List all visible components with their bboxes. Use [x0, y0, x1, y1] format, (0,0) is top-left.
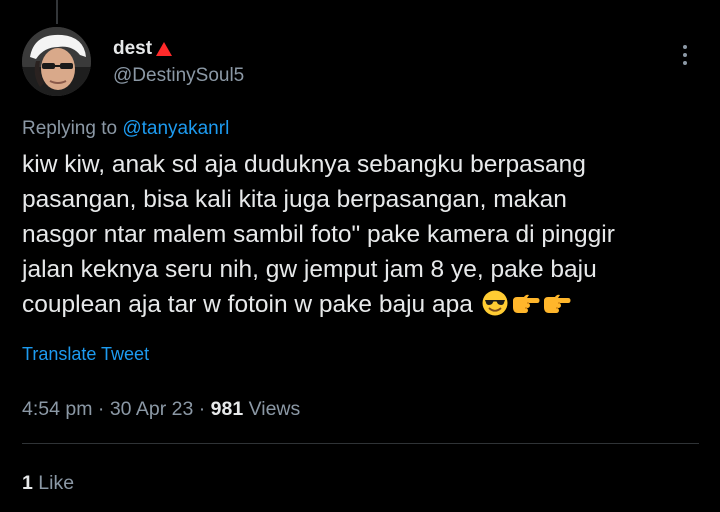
more-options-button[interactable] — [673, 42, 697, 68]
display-name-text: dest — [113, 38, 153, 59]
smiling-face-with-sunglasses-icon — [482, 290, 508, 316]
more-options-dot — [683, 61, 687, 65]
tweet-line: jalan keknya seru nih, gw jemput jam 8 y… — [22, 256, 597, 283]
tweet-date[interactable]: 30 Apr 23 — [110, 398, 193, 420]
meta-separator: · — [92, 398, 110, 420]
pointing-right-icon — [512, 294, 540, 313]
replying-to-mention[interactable]: @tanyakanrl — [122, 118, 229, 139]
author-display-name[interactable]: dest — [113, 37, 173, 61]
tweet-meta: 4:54 pm · 30 Apr 23 · 981 Views — [22, 396, 300, 422]
profile-photo-icon — [22, 27, 91, 96]
tweet-line: nasgor ntar malem sambil foto" pake kame… — [22, 221, 615, 248]
tweet-line: pasangan, bisa kali kita juga berpasanga… — [22, 186, 567, 213]
thread-connector-line — [56, 0, 58, 24]
tweet-line: kiw kiw, anak sd aja duduknya sebangku b… — [22, 151, 586, 178]
replying-to: Replying to @tanyakanrl — [22, 116, 229, 142]
tweet-detail: dest @DestinySoul5 Replying to @tanyakan… — [0, 0, 720, 512]
more-options-dot — [683, 53, 687, 57]
author-handle[interactable]: @DestinySoul5 — [113, 64, 244, 88]
red-triangle-icon — [156, 42, 173, 56]
views-count: 981 — [210, 398, 244, 420]
views-label: Views — [243, 398, 301, 420]
likes-link[interactable]: 1 Like — [22, 470, 74, 496]
tweet-line-text: couplean aja tar w fotoin w pake baju ap… — [22, 291, 480, 318]
author-block: dest @DestinySoul5 — [113, 37, 244, 88]
tweet-time[interactable]: 4:54 pm — [22, 398, 92, 420]
like-count: 1 — [22, 472, 33, 494]
avatar[interactable] — [22, 27, 91, 96]
tweet-line-last: couplean aja tar w fotoin w pake baju ap… — [22, 287, 702, 322]
replying-to-label: Replying to — [22, 118, 123, 139]
more-options-icon — [683, 45, 687, 49]
pointing-right-icon — [543, 294, 571, 313]
translate-tweet-link[interactable]: Translate Tweet — [22, 342, 149, 366]
like-label: Like — [32, 472, 75, 494]
meta-separator: · — [193, 398, 211, 420]
tweet-text: kiw kiw, anak sd aja duduknya sebangku b… — [22, 147, 702, 322]
divider — [22, 443, 699, 444]
